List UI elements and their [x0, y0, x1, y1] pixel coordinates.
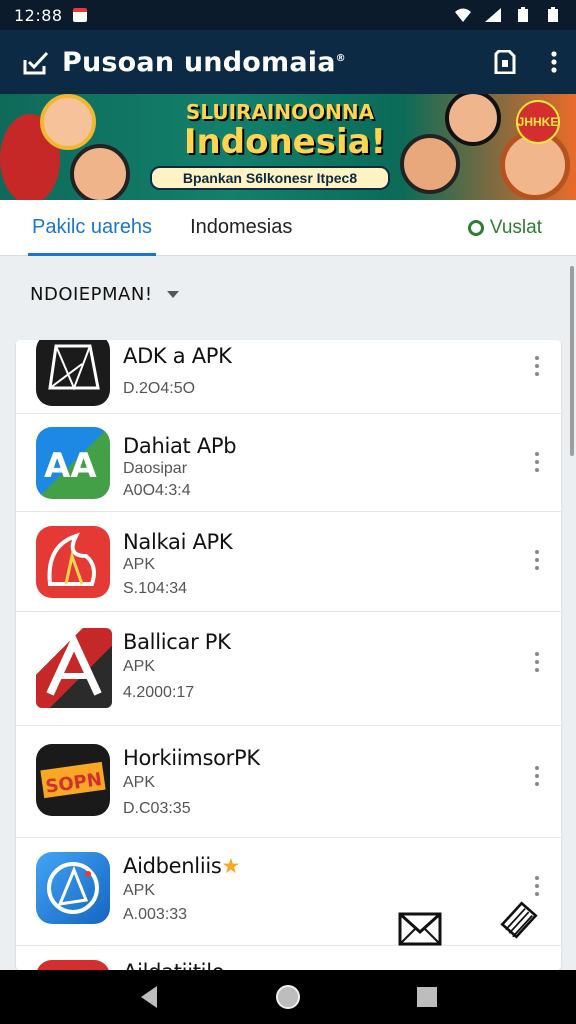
tab-indomesias[interactable]: Indomesias — [190, 200, 292, 256]
tab-vuslat-label: Vuslat — [489, 216, 542, 238]
svg-text:AA: AA — [44, 446, 97, 486]
compass-icon — [36, 852, 110, 924]
app-name-text: Aidbenliis — [123, 854, 222, 878]
app-name: Dahiat APb — [123, 434, 237, 458]
app-version: D.C03:35 — [123, 800, 191, 817]
list-item[interactable]: Ballicar PK APK 4.2000:17 — [16, 612, 561, 726]
app-title: Pusoan undomaia® — [62, 47, 346, 78]
mail-icon[interactable] — [396, 906, 446, 950]
app-name: Aidbenliis★ — [123, 854, 240, 878]
banner-line2: Indonesia! — [183, 122, 387, 162]
chevron-down-icon — [166, 290, 179, 298]
app-version: S.104:34 — [123, 580, 188, 597]
item-menu-icon[interactable] — [535, 550, 541, 570]
signal-icon — [485, 8, 501, 22]
character-illustration — [445, 94, 501, 146]
app-version: A.003:33 — [123, 906, 188, 923]
status-time: 12:88 — [14, 5, 63, 25]
checklist-icon[interactable] — [22, 50, 50, 76]
tab-bar: Pakilc uarehs Indomesias Vuslat — [0, 200, 576, 256]
flame-icon — [36, 526, 110, 598]
banner-line1: SLUIRAINOONNA — [185, 100, 375, 124]
app-title-text: Pusoan undomaia — [62, 46, 336, 78]
app-name: ADK a APK — [123, 344, 232, 368]
app-subtitle: APK — [123, 556, 156, 573]
app-version: 4.2000:17 — [123, 684, 195, 701]
banner-badge: JHHKE — [516, 100, 560, 144]
app-name: HorkiimsorPK — [123, 746, 260, 770]
status-icons — [454, 7, 562, 23]
app-name: Ballicar PK — [123, 630, 231, 654]
overflow-menu-icon[interactable] — [550, 50, 558, 74]
prism-icon — [36, 340, 110, 406]
character-illustration — [70, 144, 130, 200]
list-item[interactable]: Aidbenliis★ APK A.003:33 — [16, 838, 561, 946]
refresh-icon — [467, 219, 484, 236]
app-bar: Pusoan undomaia® — [0, 30, 576, 94]
status-bar: 12:88 — [0, 0, 576, 30]
app-subtitle: APK — [123, 658, 156, 675]
red-app-icon — [36, 960, 110, 970]
filter-label: NDOIEPMAN! — [30, 283, 153, 305]
list-item[interactable]: Nalkai APK APK S.104:34 — [16, 512, 561, 612]
battery-saver-icon — [518, 7, 528, 22]
scrollbar[interactable] — [570, 266, 574, 456]
item-menu-icon[interactable] — [535, 356, 541, 376]
back-icon[interactable] — [137, 984, 161, 1010]
star-icon: ★ — [221, 854, 241, 878]
aa-icon: AA — [36, 427, 110, 499]
app-list: ADK a APK D.2O4:5O AA Dahiat APb Daosipa… — [16, 340, 561, 970]
character-illustration — [40, 94, 96, 150]
system-nav-bar — [0, 970, 576, 1024]
list-item[interactable]: SOPN HorkiimsorPK APK D.C03:35 — [16, 726, 561, 838]
recents-icon[interactable] — [415, 985, 439, 1009]
title-mark: ® — [335, 52, 346, 64]
list-item[interactable]: AA Dahiat APb Daosipar A0O4:3:4 — [16, 414, 561, 512]
character-illustration — [400, 134, 460, 194]
a-logo-icon — [36, 628, 112, 708]
home-icon[interactable] — [274, 983, 302, 1011]
list-item[interactable]: ADK a APK D.2O4:5O — [16, 340, 561, 414]
sim-card-icon[interactable] — [494, 50, 516, 74]
wifi-icon — [455, 8, 471, 22]
tab-vuslat[interactable]: Vuslat — [467, 216, 542, 239]
app-subtitle: APK — [123, 882, 156, 899]
app-subtitle: APK — [123, 774, 156, 791]
app-name: Aildatiitilo — [123, 960, 225, 970]
list-item[interactable]: Aildatiitilo — [16, 946, 561, 970]
battery-icon — [548, 7, 558, 22]
app-version: A0O4:3:4 — [123, 482, 191, 499]
banner-line3: Bpankan S6lkonesr Itpec8 — [150, 166, 390, 190]
item-menu-icon[interactable] — [535, 876, 541, 896]
item-menu-icon[interactable] — [535, 766, 541, 786]
item-menu-icon[interactable] — [535, 452, 541, 472]
sopn-icon: SOPN — [36, 744, 110, 816]
filter-dropdown[interactable]: NDOIEPMAN! — [0, 256, 576, 332]
layers-icon[interactable] — [494, 898, 544, 942]
app-subtitle: Daosipar — [123, 460, 188, 477]
app-bar-actions — [494, 50, 558, 74]
app-version: D.2O4:5O — [123, 380, 196, 397]
calendar-notification-icon — [72, 8, 87, 22]
item-menu-icon[interactable] — [535, 652, 541, 672]
tab-pakilc-uarehs[interactable]: Pakilc uarehs — [27, 200, 157, 256]
promo-banner[interactable]: SLUIRAINOONNA Indonesia! Bpankan S6lkone… — [0, 94, 576, 200]
app-name: Nalkai APK — [123, 530, 233, 554]
